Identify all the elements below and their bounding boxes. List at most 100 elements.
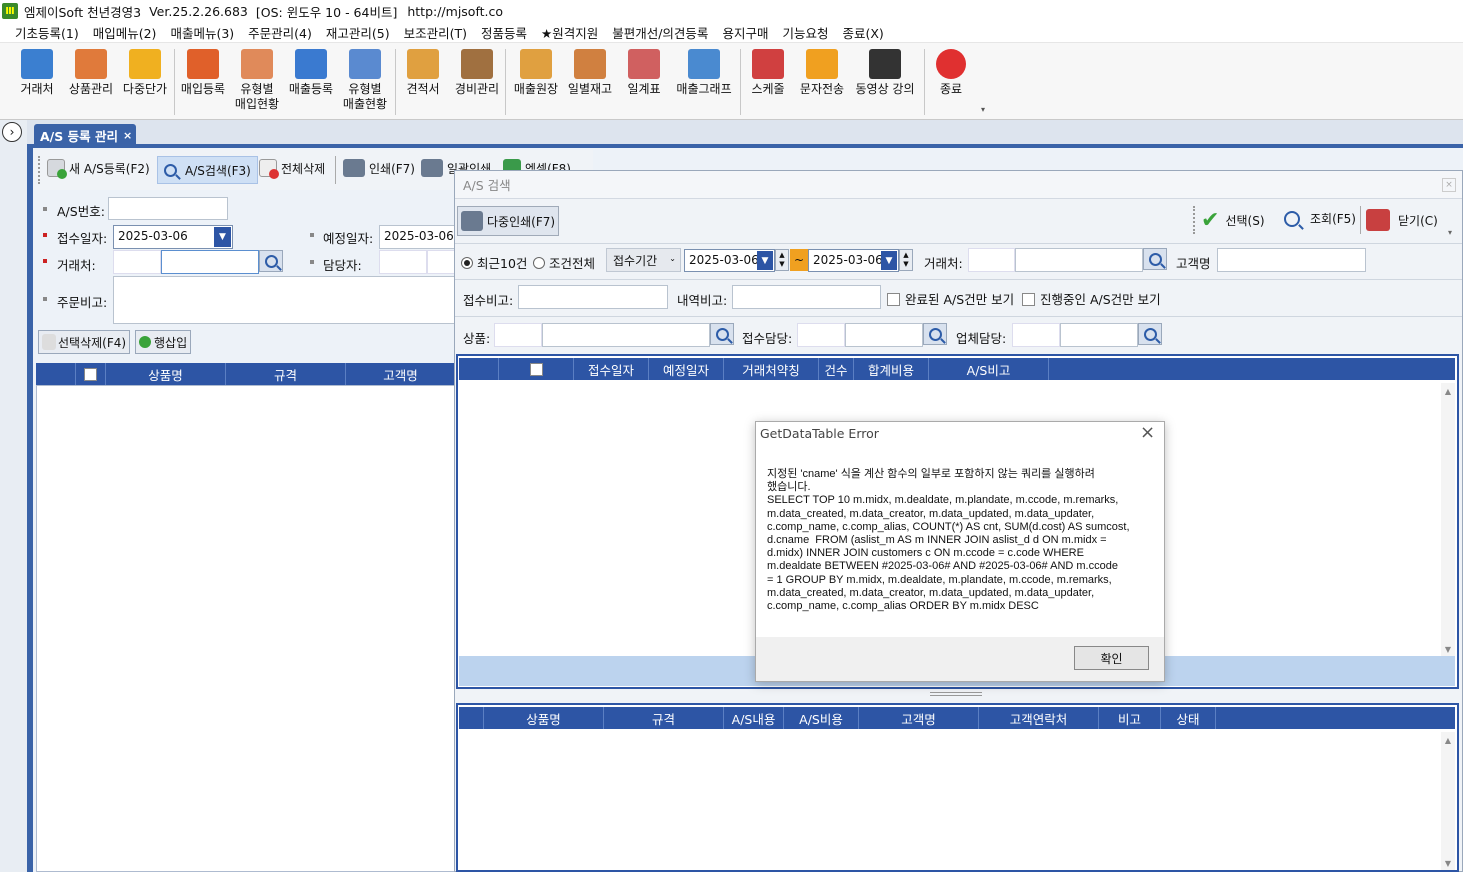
manager-code-field[interactable]	[379, 250, 427, 274]
vendor-manager-code-field[interactable]	[1012, 323, 1060, 347]
upper-grid-scrollbar[interactable]: ▲ ▼	[1441, 383, 1455, 656]
column-header[interactable]: 접수일자	[574, 358, 649, 380]
dlg-client-code-field[interactable]	[968, 248, 1015, 272]
column-header[interactable]: A/S내용	[724, 707, 784, 729]
date-from-spinner[interactable]: ▲ ▼	[775, 249, 789, 271]
toolbar-button-8[interactable]: 경비관리	[450, 49, 504, 97]
toolbar-button-5[interactable]: 매출등록	[284, 49, 338, 97]
date-from-field[interactable]: 2025-03-06 ▼	[684, 249, 775, 272]
delete-all-button[interactable]: 전체삭제	[259, 159, 325, 179]
toolbar-button-2[interactable]: 다중단가	[118, 49, 172, 97]
recv-manager-search-button[interactable]	[923, 323, 947, 345]
menu-item-4[interactable]: 재고관리(5)	[319, 23, 397, 42]
toolbar-button-6[interactable]: 유형별 매출현황	[338, 49, 392, 112]
select-all-checkbox[interactable]	[84, 367, 97, 381]
column-header[interactable]: A/S비고	[929, 358, 1049, 380]
period-type-select[interactable]: 접수기간 ⌄	[606, 248, 681, 272]
toolbar-button-10[interactable]: 일별재고	[563, 49, 617, 97]
date-to-spinner[interactable]: ▲ ▼	[899, 249, 913, 271]
as-no-field[interactable]	[108, 197, 228, 220]
new-as-button[interactable]: 새 A/S등록(F2)	[47, 159, 150, 179]
dlg-client-search-button[interactable]	[1143, 248, 1167, 270]
menu-item-1[interactable]: 매입메뉴(2)	[86, 23, 164, 42]
expand-panel-button[interactable]: ›	[2, 122, 22, 142]
menu-item-3[interactable]: 주문관리(4)	[241, 23, 319, 42]
plan-date-field[interactable]: 2025-03-06	[379, 225, 457, 249]
product-search-button[interactable]	[710, 323, 734, 345]
lower-grid-scrollbar[interactable]: ▲ ▼	[1441, 732, 1455, 870]
tab-as-management[interactable]: A/S 등록 관리 ×	[34, 124, 136, 146]
print-button[interactable]: 인쇄(F7)	[343, 159, 415, 177]
manager-name-field[interactable]	[427, 250, 457, 274]
toolbar-button-7[interactable]: 견적서	[396, 49, 450, 97]
customer-field[interactable]	[1217, 248, 1366, 272]
select-all-checkbox[interactable]	[529, 362, 543, 376]
column-header[interactable]: 고객연락처	[979, 707, 1099, 729]
toolbar-button-13[interactable]: 스케줄	[741, 49, 795, 97]
menu-item-6[interactable]: 정품등록	[474, 23, 534, 42]
left-grid-body[interactable]	[36, 385, 456, 872]
toolbar-button-1[interactable]: 상품관리	[64, 49, 118, 97]
menu-item-7[interactable]: ★원격지원	[534, 23, 605, 42]
insert-row-button[interactable]: 행삽입	[135, 330, 192, 354]
toolbar-button-0[interactable]: 거래처	[10, 49, 64, 97]
product-code-field[interactable]	[494, 323, 542, 347]
dlg-client-name-field[interactable]	[1015, 248, 1143, 272]
radio-all[interactable]: 조건전체	[533, 253, 595, 272]
dialog-close-icon[interactable]: ×	[1442, 178, 1456, 192]
memo-field[interactable]	[113, 276, 457, 324]
radio-recent[interactable]: 최근10건	[461, 253, 527, 272]
client-code-field[interactable]	[113, 250, 161, 274]
query-button[interactable]: 조회(F5)	[1284, 210, 1356, 227]
close-button[interactable]: 닫기(C)	[1366, 209, 1438, 231]
client-search-button[interactable]	[259, 250, 283, 272]
recv-memo-field[interactable]	[518, 285, 668, 309]
column-header[interactable]: 상품명	[484, 707, 604, 729]
menu-item-5[interactable]: 보조관리(T)	[397, 23, 474, 42]
menu-item-11[interactable]: 종료(X)	[835, 23, 890, 42]
product-name-field[interactable]	[542, 323, 710, 347]
chevron-down-icon[interactable]: ▼	[757, 251, 773, 270]
lower-grid-body[interactable]	[459, 729, 1441, 870]
column-header[interactable]	[459, 707, 484, 729]
recv-date-field[interactable]: 2025-03-06 ▼	[113, 225, 233, 249]
delete-selected-button[interactable]: 선택삭제(F4)	[38, 330, 131, 354]
column-header[interactable]: 규격	[226, 363, 346, 385]
toolbar-button-4[interactable]: 유형별 매입현황	[230, 49, 284, 112]
column-header[interactable]: 비고	[1099, 707, 1161, 729]
toolbar-button-11[interactable]: 일계표	[617, 49, 671, 97]
column-header[interactable]: 상품명	[106, 363, 226, 385]
column-header[interactable]	[499, 358, 574, 380]
menu-item-2[interactable]: 매출메뉴(3)	[163, 23, 241, 42]
toolbar-button-16[interactable]: 종료	[924, 49, 978, 97]
column-header[interactable]: 건수	[819, 358, 854, 380]
column-header[interactable]: A/S비용	[784, 707, 859, 729]
column-header[interactable]: 규격	[604, 707, 724, 729]
menu-item-0[interactable]: 기초등록(1)	[8, 23, 86, 42]
toolbar-button-3[interactable]: 매입등록	[176, 49, 230, 97]
column-header[interactable]	[459, 358, 499, 380]
error-close-icon[interactable]: ×	[1140, 422, 1155, 443]
multi-print-button[interactable]: 다중인쇄(F7)	[457, 206, 560, 236]
vendor-manager-name-field[interactable]	[1060, 323, 1138, 347]
chk-done[interactable]: 완료된 A/S건만 보기	[887, 289, 1014, 308]
column-header[interactable]	[36, 363, 76, 385]
menu-item-10[interactable]: 기능요청	[775, 23, 835, 42]
column-header[interactable]: 거래처약칭	[724, 358, 819, 380]
detail-memo-field[interactable]	[732, 285, 881, 309]
splitter-handle[interactable]	[930, 692, 982, 696]
column-header[interactable]: 고객명	[859, 707, 979, 729]
menu-item-9[interactable]: 용지구매	[715, 23, 775, 42]
chevron-down-icon[interactable]: ▼	[881, 251, 897, 270]
column-header[interactable]: 고객명	[346, 363, 456, 385]
column-header[interactable]: 상태	[1161, 707, 1216, 729]
overflow-chevron-icon[interactable]: ▾	[1448, 228, 1452, 237]
toolbar-button-12[interactable]: 매출그래프	[676, 49, 732, 97]
column-header[interactable]: 합계비용	[854, 358, 929, 380]
menu-item-8[interactable]: 불편개선/의견등록	[605, 23, 715, 42]
as-search-button[interactable]: A/S검색(F3)	[157, 156, 258, 184]
ok-button[interactable]: 확인	[1074, 646, 1149, 670]
chk-progress[interactable]: 진행중인 A/S건만 보기	[1022, 289, 1161, 308]
recv-manager-name-field[interactable]	[845, 323, 923, 347]
toolbar-button-14[interactable]: 문자전송	[795, 49, 849, 97]
